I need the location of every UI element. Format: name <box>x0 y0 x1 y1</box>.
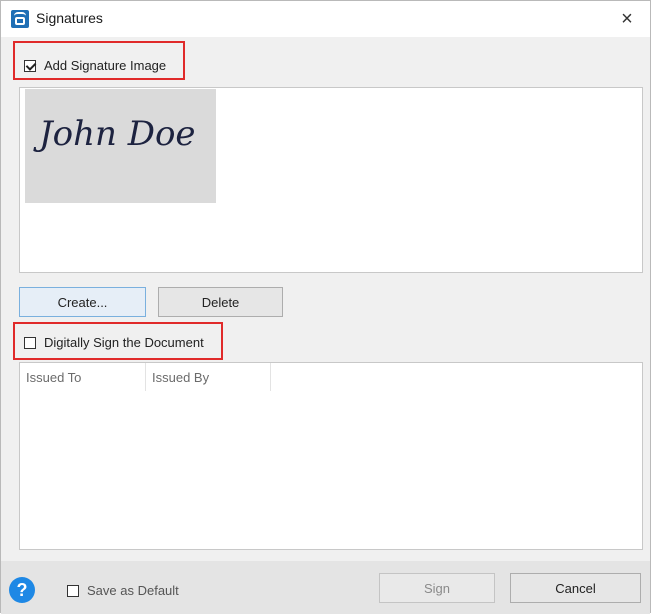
cancel-button[interactable]: Cancel <box>510 573 641 603</box>
signature-preview-area[interactable]: John Doe <box>19 87 643 273</box>
help-icon[interactable]: ? <box>9 577 35 603</box>
save-as-default-label: Save as Default <box>87 583 179 598</box>
certificate-list[interactable]: Issued To Issued By <box>19 362 643 550</box>
signature-image[interactable]: John Doe <box>25 89 216 203</box>
signature-text: John Doe <box>33 114 196 154</box>
dialog-footer: ? Save as Default Sign Cancel <box>1 561 650 614</box>
delete-button[interactable]: Delete <box>158 287 283 317</box>
column-issued-to[interactable]: Issued To <box>20 363 146 391</box>
save-as-default-checkbox[interactable] <box>67 584 79 597</box>
title-bar: Signatures × <box>1 1 650 37</box>
create-button[interactable]: Create... <box>19 287 146 317</box>
close-icon: × <box>621 7 633 30</box>
close-button[interactable]: × <box>604 1 650 37</box>
signature-app-icon <box>11 10 29 28</box>
digitally-sign-highlight <box>13 322 223 360</box>
signatures-dialog: Signatures × Add Signature Image John Do… <box>0 0 651 614</box>
sign-button[interactable]: Sign <box>379 573 495 603</box>
add-signature-image-highlight <box>13 41 185 80</box>
column-issued-by[interactable]: Issued By <box>146 363 271 391</box>
dialog-title: Signatures <box>36 10 103 26</box>
signature-svg: John Doe <box>33 114 196 154</box>
save-as-default-option[interactable]: Save as Default <box>67 583 179 598</box>
